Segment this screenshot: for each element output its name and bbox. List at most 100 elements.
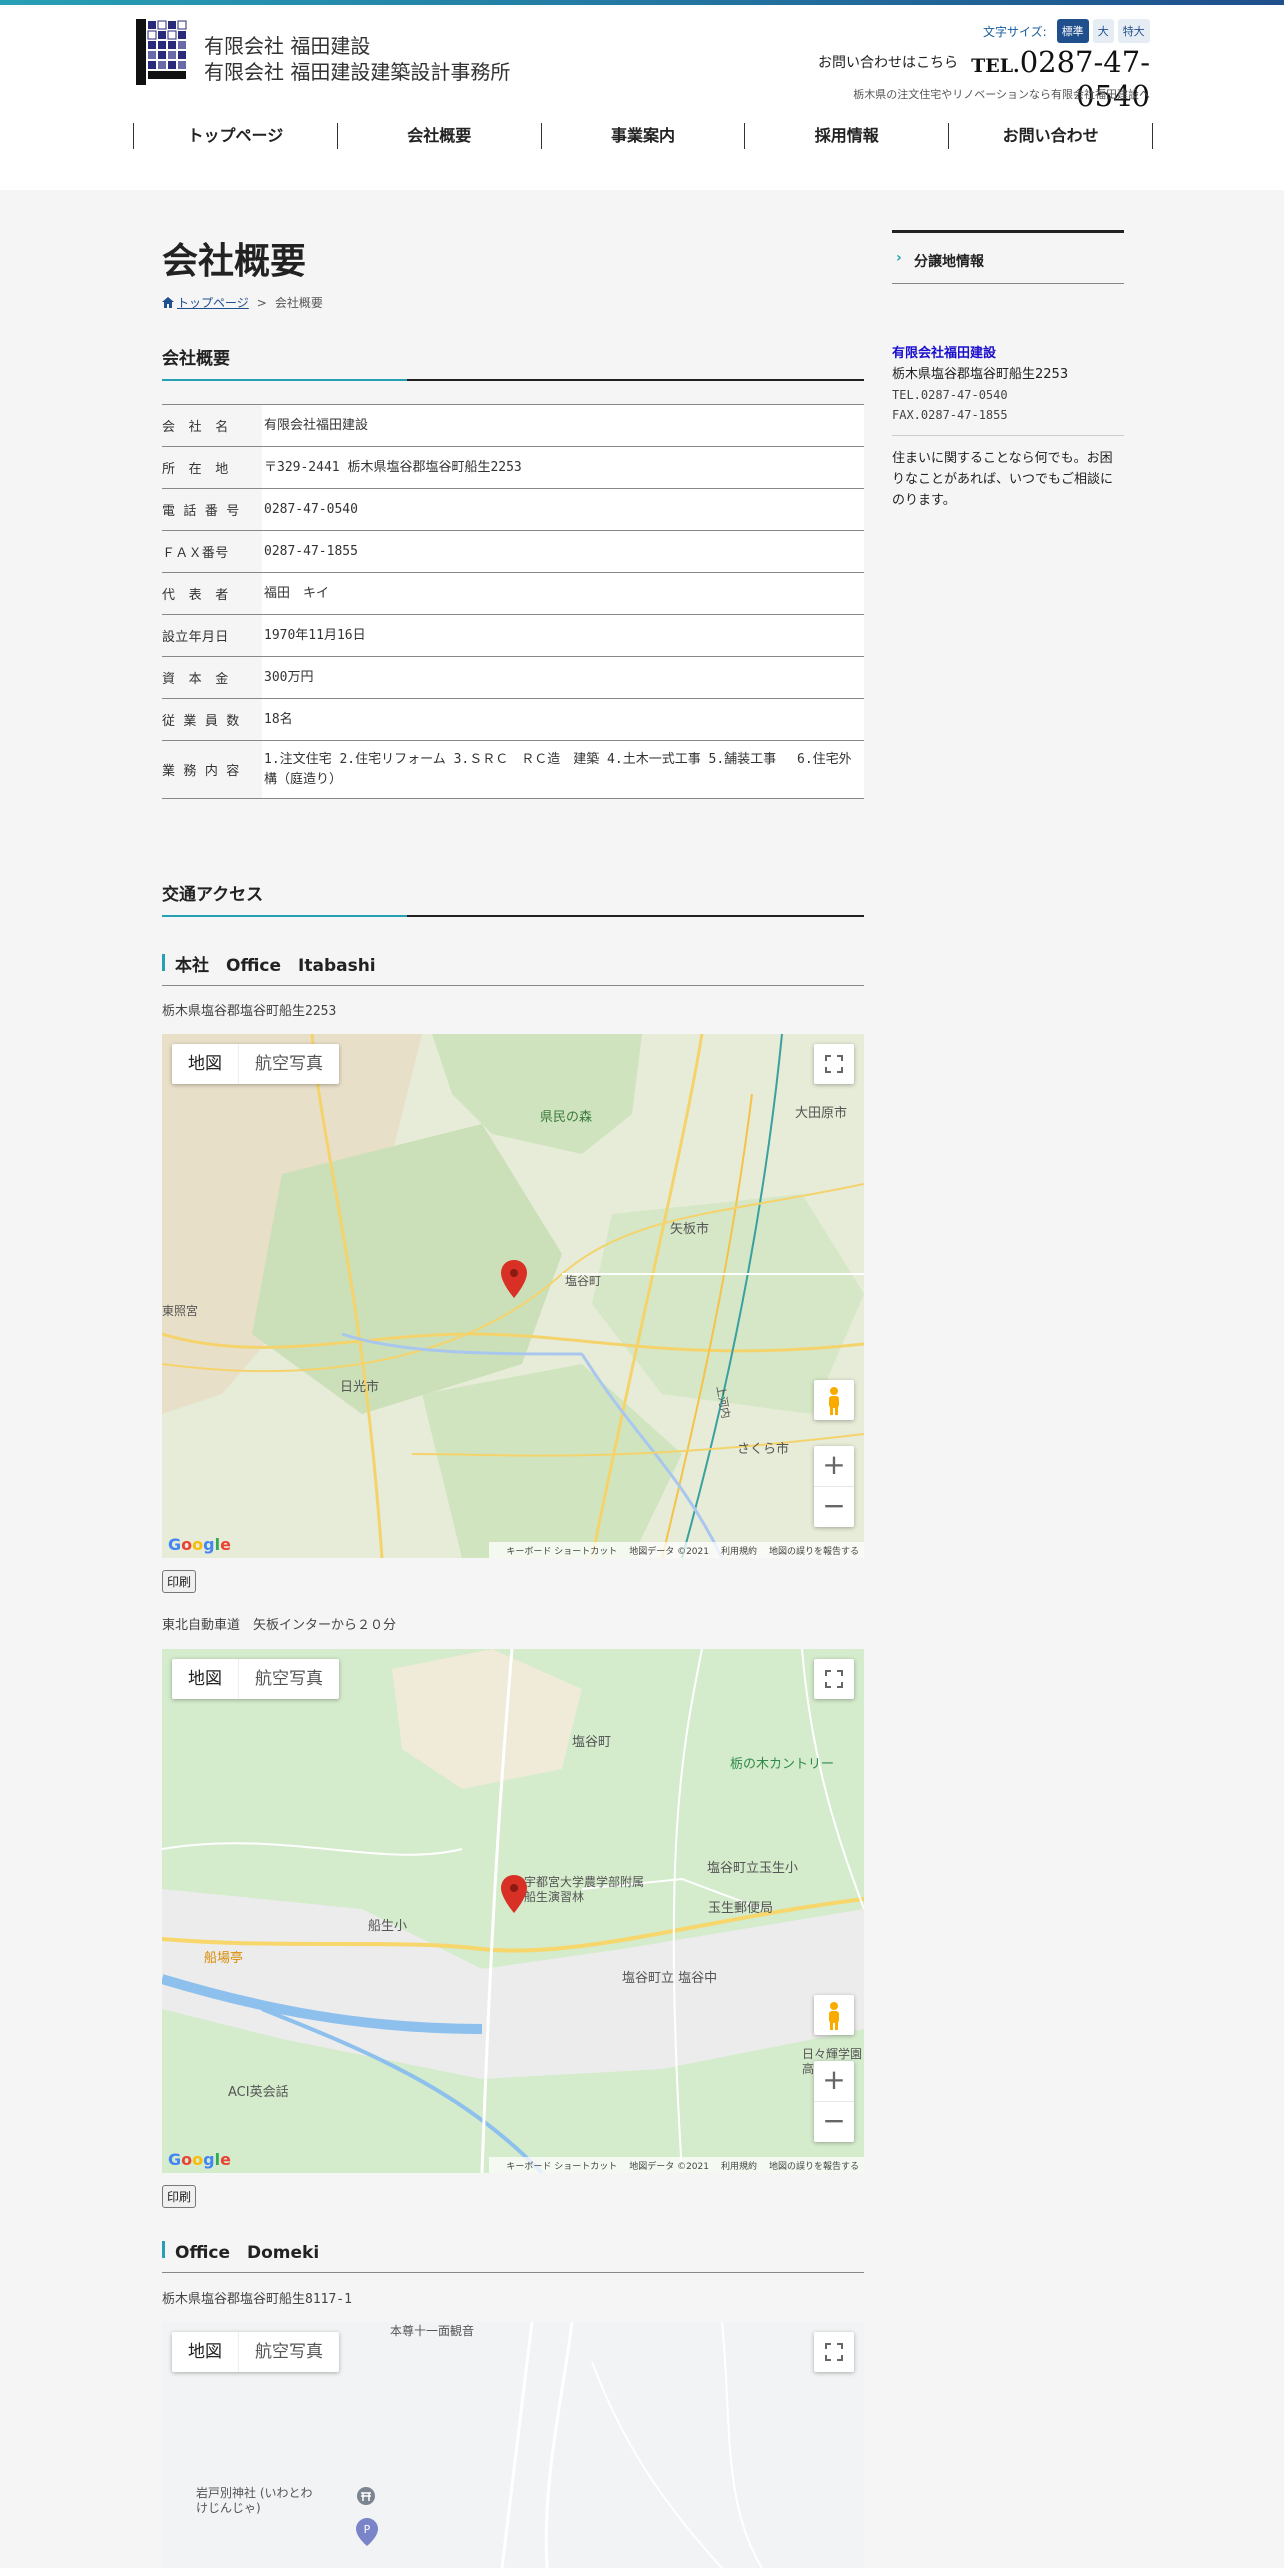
font-size-standard-button[interactable]: 標準 [1056, 19, 1089, 43]
fullscreen-icon [825, 1055, 843, 1073]
font-size-xlarge-button[interactable]: 特大 [1117, 19, 1150, 43]
print-button[interactable]: 印刷 [162, 2185, 197, 2208]
map-type-control: 地図 航空写真 [172, 1044, 339, 1084]
zoom-out-button[interactable]: − [814, 2101, 854, 2141]
table-row: 代 表 者福田 キイ [162, 572, 864, 615]
nav-contact[interactable]: お問い合わせ [948, 123, 1153, 149]
map-data-credit: 地図データ ©2021 [629, 1546, 709, 1557]
map-type-satellite-button[interactable]: 航空写真 [238, 1659, 339, 1699]
map-label: ACI英会話 [228, 2085, 289, 2100]
site-header: 有限会社 福田建設 有限会社 福田建設建築設計事務所 文字サイズ: 標準 大 特… [0, 5, 1284, 190]
map-label: 矢板市 [670, 1222, 710, 1237]
sidebar-company-name[interactable]: 有限会社福田建設 [892, 343, 1124, 364]
table-row: 所 在 地〒329-2441 栃木県塩谷郡塩谷町船生2253 [162, 446, 864, 489]
map-domeki[interactable]: 地図 航空写真 本尊十一面観音 岩戸別神社 (いわとわけじんじゃ) P [162, 2322, 864, 2568]
map-label: 栃の木カントリー [730, 1757, 835, 1772]
office-domeki-address: 栃木県塩谷郡塩谷町船生8117-1 [162, 2292, 352, 2307]
breadcrumb: トップページ > 会社概要 [162, 294, 323, 311]
map-type-map-button[interactable]: 地図 [172, 1044, 238, 1084]
nav-company[interactable]: 会社概要 [336, 123, 541, 149]
map-label: 塩谷町立 塩谷中 [622, 1971, 718, 1986]
contact-lead: お問い合わせはこちら [817, 55, 958, 71]
map-itabashi-wide[interactable]: 地図 航空写真 県民の森 大田原市 矢板市 塩谷町 東照宮 日光市 さくら市 上… [162, 1034, 864, 1558]
breadcrumb-current: 会社概要 [274, 296, 323, 310]
map-type-satellite-button[interactable]: 航空写真 [238, 2332, 339, 2372]
shrine-icon [357, 2487, 375, 2505]
nav-top[interactable]: トップページ [133, 123, 337, 149]
map-marker-icon[interactable] [501, 1260, 527, 1298]
print-button[interactable]: 印刷 [162, 1570, 197, 1593]
fullscreen-button[interactable] [814, 1659, 854, 1699]
map-type-satellite-button[interactable]: 航空写真 [238, 1044, 339, 1084]
map-marker-icon[interactable] [501, 1875, 527, 1913]
map-label: 日光市 [340, 1380, 380, 1395]
tel-prefix: TEL. [971, 55, 1020, 77]
sidebar-divider [892, 435, 1124, 436]
row-value: 300万円 [262, 656, 864, 699]
terms-link[interactable]: 利用規約 [721, 2159, 757, 2172]
fullscreen-button[interactable] [814, 1044, 854, 1084]
zoom-in-button[interactable]: + [814, 1446, 854, 1486]
home-icon [162, 297, 174, 308]
row-value: 18名 [262, 698, 864, 741]
street-view-button[interactable] [814, 1380, 854, 1420]
map-label: 宇都宮大学農学部附属船生演習林 [524, 1875, 645, 1904]
row-key: 設立年月日 [162, 614, 262, 657]
row-value: 福田 キイ [262, 572, 864, 615]
map-label: 玉生郵便局 [708, 1901, 774, 1916]
table-row: 業 務 内 容 1.注文住宅 2.住宅リフォーム 3.ＳＲＣ ＲＣ造 建築 4.土… [162, 740, 864, 799]
sidebar-fax: FAX.0287-47-1855 [892, 408, 1008, 422]
fullscreen-icon [825, 2343, 843, 2361]
tel-number: 0287-47-0540 [1019, 45, 1150, 113]
breadcrumb-home-link[interactable]: トップページ [177, 294, 249, 311]
font-size-label: 文字サイズ: [983, 24, 1047, 39]
row-key: 従 業 員 数 [162, 698, 262, 741]
sidebar-link-lots[interactable]: 分譲地情報 [914, 251, 984, 271]
office-itabashi-address: 栃木県塩谷郡塩谷町船生2253 [162, 1004, 337, 1019]
map-data-credit: 地図データ ©2021 [629, 2161, 709, 2172]
breadcrumb-separator: > [256, 295, 267, 310]
map-itabashi-detail[interactable]: 地図 航空写真 塩谷町 栃の木カントリー 塩谷町立玉生小 玉生郵便局 船生小 宇… [162, 1649, 864, 2173]
nav-business[interactable]: 事業案内 [540, 123, 745, 149]
row-value: 1970年11月16日 [262, 614, 864, 657]
row-value: 〒329-2441 栃木県塩谷郡塩谷町船生2253 [262, 446, 864, 489]
company-name-line1: 有限会社 福田建設 [204, 34, 371, 58]
map-attribution: キーボード ショートカット 地図データ ©2021 利用規約 地図の誤りを報告す… [489, 2157, 864, 2173]
sidebar-menu: › 分譲地情報 [892, 230, 1124, 284]
keyboard-shortcuts-link[interactable]: キーボード ショートカット [506, 1544, 617, 1557]
header-tagline: 栃木県の注文住宅やリノベーションなら有限会社福田建設へ [853, 88, 1150, 101]
fullscreen-icon [825, 1670, 843, 1688]
report-error-link[interactable]: 地図の誤りを報告する [769, 1544, 859, 1557]
pegman-icon [829, 2002, 839, 2030]
zoom-out-button[interactable]: − [814, 1486, 854, 1526]
pegman-icon [829, 1387, 839, 1415]
terms-link[interactable]: 利用規約 [721, 1544, 757, 1557]
map-label: 東照宮 [162, 1304, 199, 1318]
zoom-in-button[interactable]: + [814, 2061, 854, 2101]
font-size-large-button[interactable]: 大 [1092, 19, 1114, 43]
row-key: 所 在 地 [162, 446, 262, 489]
table-row: 会 社 名有限会社福田建設 [162, 404, 864, 447]
map-label: 塩谷町 [572, 1735, 612, 1750]
nav-recruit[interactable]: 採用情報 [744, 123, 948, 149]
google-logo: Google [168, 2150, 231, 2169]
report-error-link[interactable]: 地図の誤りを報告する [769, 2159, 859, 2172]
company-name-line2: 有限会社 福田建設建築設計事務所 [204, 60, 511, 84]
fullscreen-button[interactable] [814, 2332, 854, 2372]
company-logo[interactable] [134, 17, 194, 93]
map-type-map-button[interactable]: 地図 [172, 1659, 238, 1699]
map-type-map-button[interactable]: 地図 [172, 2332, 238, 2372]
header-phone[interactable]: TEL.0287-47-0540 [971, 45, 1150, 113]
map-label: 県民の森 [540, 1110, 593, 1125]
table-row: 電 話 番 号 0287-47-0540 [162, 488, 864, 531]
company-name[interactable]: 有限会社 福田建設 有限会社 福田建設建築設計事務所 [204, 33, 510, 85]
street-view-button[interactable] [814, 1995, 854, 2035]
access-heading: 交通アクセス [162, 880, 864, 917]
row-key: 業 務 内 容 [162, 740, 262, 799]
row-key: 資 本 金 [162, 656, 262, 699]
overview-heading: 会社概要 [162, 344, 864, 381]
svg-text:P: P [364, 2523, 371, 2536]
header-contact: お問い合わせはこちら TEL.0287-47-0540 [790, 45, 1150, 113]
keyboard-shortcuts-link[interactable]: キーボード ショートカット [506, 2159, 617, 2172]
map-label: 船場亭 [204, 1951, 244, 1966]
